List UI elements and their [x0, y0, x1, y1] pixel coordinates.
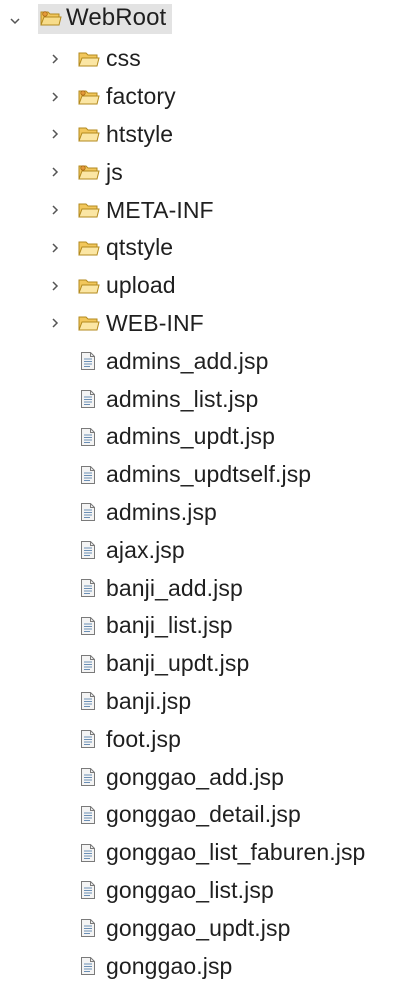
tree-item-file[interactable]: banji_add.jsp	[0, 569, 416, 607]
tree-item-webroot[interactable]: WebRoot	[0, 2, 416, 40]
tree-item-label: foot.jsp	[106, 725, 181, 752]
tree-item-file[interactable]: foot.jsp	[0, 720, 416, 758]
chevron-down-icon[interactable]	[8, 14, 22, 28]
tree-item-label: admins_list.jsp	[106, 385, 259, 412]
tree-item-label: qtstyle	[106, 234, 174, 261]
jsp-file-icon	[80, 654, 96, 674]
tree-item-folder[interactable]: qtstyle	[0, 229, 416, 267]
tree-item-label: htstyle	[106, 120, 174, 147]
chevron-right-icon[interactable]	[48, 90, 62, 104]
tree-item-label: gonggao_list_faburen.jsp	[106, 839, 366, 866]
tree-item-file[interactable]: admins.jsp	[0, 494, 416, 532]
jsp-file-icon	[80, 616, 96, 636]
project-folder-icon	[40, 9, 62, 27]
tree-item-label: admins.jsp	[106, 498, 217, 525]
chevron-right-icon[interactable]	[48, 203, 62, 217]
folder-icon	[78, 125, 100, 143]
chevron-right-icon[interactable]	[48, 165, 62, 179]
tree-item-label: upload	[106, 272, 176, 299]
tree-item-file[interactable]: banji_updt.jsp	[0, 645, 416, 683]
tree-item-file[interactable]: banji.jsp	[0, 683, 416, 721]
folder-icon	[78, 239, 100, 257]
tree-item-folder[interactable]: META-INF	[0, 191, 416, 229]
jsp-file-icon	[80, 351, 96, 371]
folder-icon	[78, 314, 100, 332]
jsp-file-icon	[80, 540, 96, 560]
jsp-file-icon	[80, 389, 96, 409]
tree-item-label: admins_add.jsp	[106, 347, 269, 374]
tree-item-file[interactable]: ajax.jsp	[0, 531, 416, 569]
tree-item-label: ajax.jsp	[106, 536, 185, 563]
jsp-file-icon	[80, 691, 96, 711]
tree-item-label: gonggao_list.jsp	[106, 876, 274, 903]
tree-item-label: banji_add.jsp	[106, 574, 243, 601]
selected-root-highlight: WebRoot	[38, 4, 173, 34]
jsp-file-icon	[80, 805, 96, 825]
tree-item-file[interactable]: gonggao_list.jsp	[0, 872, 416, 910]
source-folder-icon	[78, 88, 100, 106]
folder-icon	[78, 50, 100, 68]
tree-item-folder[interactable]: css	[0, 40, 416, 78]
jsp-file-icon	[80, 502, 96, 522]
tree-item-label: factory	[106, 83, 176, 110]
chevron-right-icon[interactable]	[48, 241, 62, 255]
tree-item-label: js	[106, 158, 123, 185]
tree-item-file[interactable]: admins_list.jsp	[0, 380, 416, 418]
chevron-right-icon[interactable]	[48, 316, 62, 330]
tree-item-label: gonggao_updt.jsp	[106, 914, 291, 941]
chevron-right-icon[interactable]	[48, 127, 62, 141]
jsp-file-icon	[80, 465, 96, 485]
jsp-file-icon	[80, 880, 96, 900]
tree-item-file[interactable]: gonggao_add.jsp	[0, 758, 416, 796]
tree-item-file[interactable]: gonggao_detail.jsp	[0, 796, 416, 834]
jsp-file-icon	[80, 918, 96, 938]
tree-item-label: css	[106, 45, 141, 72]
tree-item-file[interactable]: gonggao.jsp	[0, 947, 416, 985]
tree-item-folder[interactable]: WEB-INF	[0, 305, 416, 343]
jsp-file-icon	[80, 427, 96, 447]
tree-item-file[interactable]: gonggao_list_faburen.jsp	[0, 834, 416, 872]
tree-item-folder[interactable]: upload	[0, 267, 416, 305]
tree-item-file[interactable]: admins_updtself.jsp	[0, 456, 416, 494]
source-folder-icon	[78, 163, 100, 181]
tree-item-label: WebRoot	[66, 4, 167, 31]
tree-item-folder[interactable]: factory	[0, 78, 416, 116]
tree-item-file[interactable]: banji_list.jsp	[0, 607, 416, 645]
jsp-file-icon	[80, 767, 96, 787]
tree-item-file[interactable]: admins_updt.jsp	[0, 418, 416, 456]
tree-item-label: gonggao_add.jsp	[106, 763, 284, 790]
tree-item-label: banji_list.jsp	[106, 612, 233, 639]
tree-item-label: banji_updt.jsp	[106, 650, 250, 677]
folder-icon	[78, 201, 100, 219]
jsp-file-icon	[80, 843, 96, 863]
jsp-file-icon	[80, 578, 96, 598]
tree-item-file[interactable]: gonggao_updt.jsp	[0, 909, 416, 947]
tree-item-folder[interactable]: htstyle	[0, 116, 416, 154]
chevron-right-icon[interactable]	[48, 279, 62, 293]
tree-item-file[interactable]: admins_add.jsp	[0, 342, 416, 380]
tree-item-label: gonggao_detail.jsp	[106, 801, 301, 828]
folder-icon	[78, 277, 100, 295]
project-explorer-tree: WebRoot css factory htstyle js META-INF qtsty…	[0, 2, 416, 985]
jsp-file-icon	[80, 729, 96, 749]
tree-item-label: banji.jsp	[106, 687, 192, 714]
tree-item-label: META-INF	[106, 196, 214, 223]
jsp-file-icon	[80, 956, 96, 976]
tree-item-label: gonggao.jsp	[106, 952, 233, 979]
tree-item-folder[interactable]: js	[0, 153, 416, 191]
tree-item-label: WEB-INF	[106, 309, 204, 336]
tree-item-label: admins_updtself.jsp	[106, 461, 312, 488]
tree-item-label: admins_updt.jsp	[106, 423, 275, 450]
chevron-right-icon[interactable]	[48, 52, 62, 66]
